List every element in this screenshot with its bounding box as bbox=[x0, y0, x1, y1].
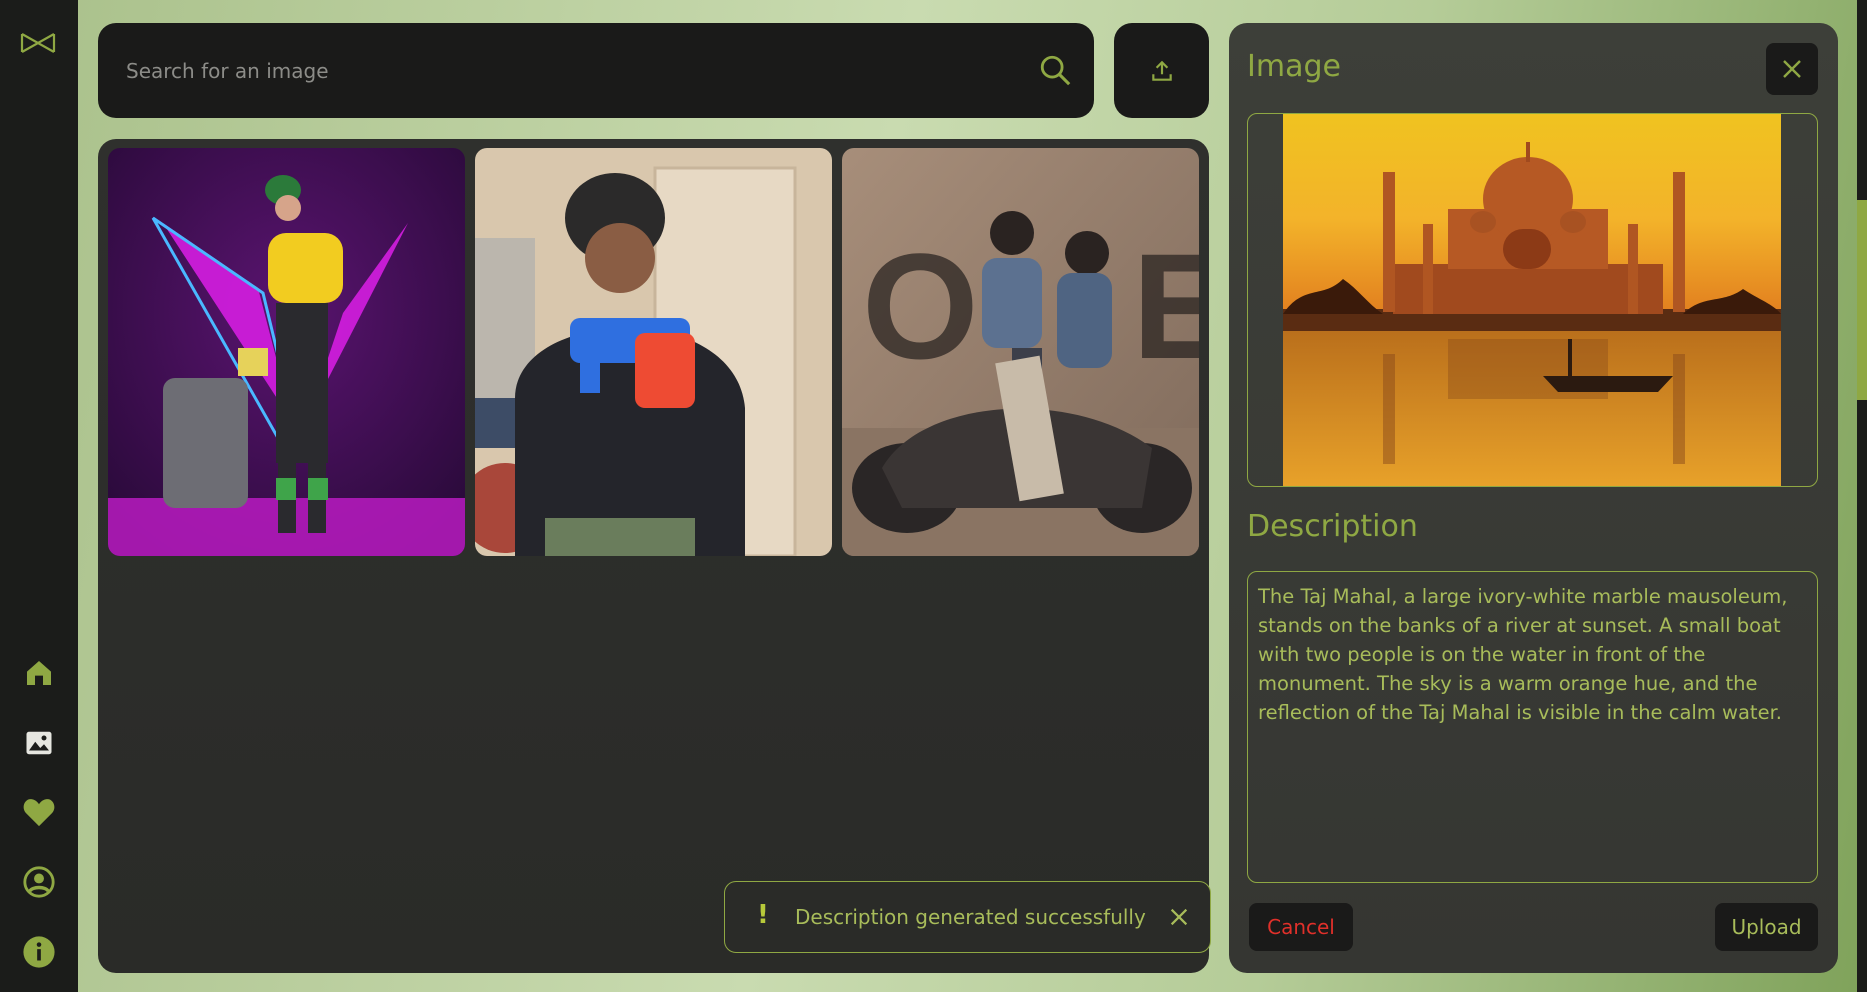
close-toast-button[interactable] bbox=[1164, 902, 1194, 932]
description-textarea[interactable]: The Taj Mahal, a large ivory-white marbl… bbox=[1247, 571, 1818, 883]
close-panel-button[interactable] bbox=[1766, 43, 1818, 95]
description-heading: Description bbox=[1247, 509, 1418, 544]
search-icon[interactable] bbox=[1038, 53, 1072, 91]
svg-text:E: E bbox=[1132, 222, 1199, 390]
panel-title: Image bbox=[1247, 49, 1341, 84]
gallery-image[interactable] bbox=[475, 148, 832, 556]
toast-message: Description generated successfully bbox=[795, 905, 1146, 929]
upload-button[interactable]: Upload bbox=[1715, 903, 1818, 951]
cancel-button[interactable]: Cancel bbox=[1249, 903, 1353, 951]
preview-image bbox=[1283, 114, 1781, 486]
image-detail-panel: Image Description The Taj Mahal, a large… bbox=[1229, 23, 1838, 973]
success-toast: ! Description generated successfully bbox=[724, 881, 1211, 953]
info-icon[interactable] bbox=[22, 935, 56, 969]
home-icon[interactable] bbox=[22, 656, 56, 690]
image-preview bbox=[1247, 113, 1818, 487]
heart-icon[interactable] bbox=[22, 795, 56, 829]
upload-icon bbox=[1151, 60, 1172, 81]
svg-text:O: O bbox=[862, 222, 979, 390]
image-icon[interactable] bbox=[22, 726, 56, 760]
close-icon bbox=[1783, 60, 1801, 78]
sidebar bbox=[0, 0, 78, 992]
user-icon[interactable] bbox=[22, 865, 56, 899]
search-bar bbox=[98, 23, 1094, 118]
alert-icon: ! bbox=[757, 900, 769, 930]
page-scrollbar[interactable] bbox=[1857, 0, 1867, 992]
image-gallery: O E bbox=[98, 139, 1209, 973]
scrollbar-thumb[interactable] bbox=[1857, 200, 1867, 400]
gallery-image[interactable] bbox=[108, 148, 465, 556]
upload-image-button[interactable] bbox=[1114, 23, 1209, 118]
close-icon bbox=[1170, 908, 1188, 926]
logo-icon[interactable] bbox=[20, 32, 56, 58]
search-input[interactable] bbox=[126, 23, 1006, 118]
gallery-image[interactable]: O E bbox=[842, 148, 1199, 556]
